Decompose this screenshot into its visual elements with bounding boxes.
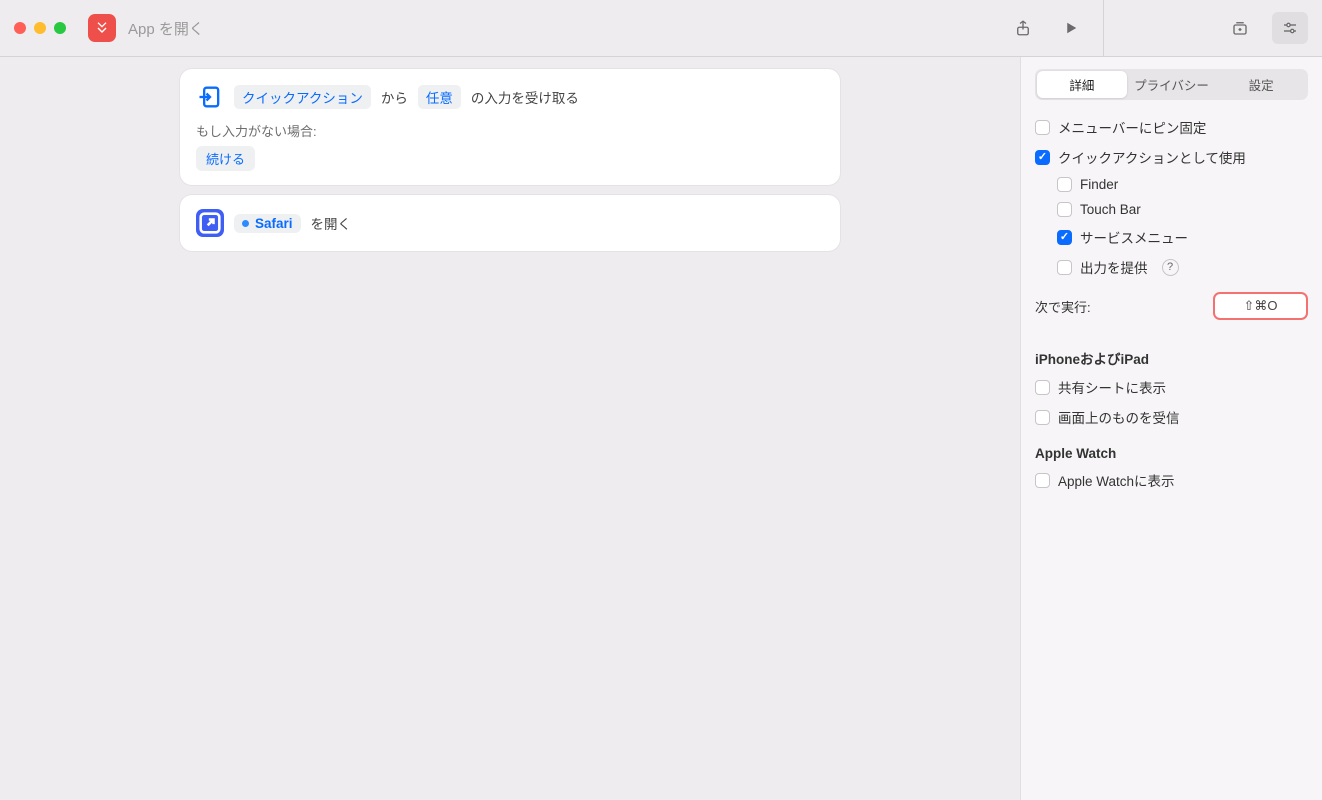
window-title: App を開く <box>128 18 204 39</box>
tab-details[interactable]: 詳細 <box>1037 71 1127 98</box>
checkbox-provides-output[interactable] <box>1057 260 1072 275</box>
label-touchbar: Touch Bar <box>1080 202 1141 217</box>
section-apple-watch: Apple Watch <box>1035 446 1308 461</box>
label-quick-action: クイックアクションとして使用 <box>1058 147 1246 167</box>
workflow-canvas[interactable]: クイックアクション から 任意 の入力を受け取る もし入力がない場合: 続ける <box>0 57 1020 800</box>
continue-option[interactable]: 続ける <box>196 146 255 171</box>
close-window-button[interactable] <box>14 22 26 34</box>
checkbox-pin-menubar[interactable] <box>1035 120 1050 135</box>
inspector-sidebar: 詳細 プライバシー 設定 メニューバーにピン固定 クイックアクションとして使用 … <box>1020 57 1322 800</box>
input-icon <box>196 83 224 111</box>
checkbox-quick-action[interactable] <box>1035 150 1050 165</box>
keyboard-shortcut-field[interactable]: ⇧⌘O <box>1213 292 1308 320</box>
play-icon <box>1062 19 1080 37</box>
help-icon[interactable]: ? <box>1162 259 1179 276</box>
run-with-label: 次で実行: <box>1035 297 1091 316</box>
app-status-dot <box>242 220 249 227</box>
label-pin-menubar: メニューバーにピン固定 <box>1058 117 1206 137</box>
label-apple-watch: Apple Watchに表示 <box>1058 470 1175 490</box>
checkbox-apple-watch[interactable] <box>1035 473 1050 488</box>
label-finder: Finder <box>1080 177 1118 192</box>
token-quick-action[interactable]: クイックアクション <box>234 85 371 109</box>
share-button[interactable] <box>1005 12 1041 44</box>
open-app-icon <box>196 209 224 237</box>
checkbox-finder[interactable] <box>1057 177 1072 192</box>
run-button[interactable] <box>1053 12 1089 44</box>
text-accept: の入力を受け取る <box>471 87 579 107</box>
titlebar: App を開く <box>0 0 1322 57</box>
inspector-tabs: 詳細 プライバシー 設定 <box>1035 69 1308 100</box>
tab-settings[interactable]: 設定 <box>1216 71 1306 98</box>
toolbar-divider <box>1103 0 1104 57</box>
library-icon <box>1231 19 1249 37</box>
label-receive-onscreen: 画面上のものを受信 <box>1058 407 1180 427</box>
sliders-icon <box>1281 19 1299 37</box>
minimize-window-button[interactable] <box>34 22 46 34</box>
text-from: から <box>381 87 408 107</box>
tab-privacy[interactable]: プライバシー <box>1127 71 1217 98</box>
label-share-sheet: 共有シートに表示 <box>1058 377 1166 397</box>
checkbox-receive-onscreen[interactable] <box>1035 410 1050 425</box>
action-card-receive-input[interactable]: クイックアクション から 任意 の入力を受け取る もし入力がない場合: 続ける <box>180 69 840 185</box>
window-controls <box>14 22 66 34</box>
fullscreen-window-button[interactable] <box>54 22 66 34</box>
app-name-label: Safari <box>255 216 293 231</box>
text-open: を開く <box>311 213 352 233</box>
section-iphone-ipad: iPhoneおよびiPad <box>1035 348 1308 368</box>
checkbox-touchbar[interactable] <box>1057 202 1072 217</box>
details-panel: メニューバーにピン固定 クイックアクションとして使用 Finder Touch … <box>1021 110 1322 800</box>
content-area: クイックアクション から 任意 の入力を受け取る もし入力がない場合: 続ける <box>0 57 1322 800</box>
library-panel-button[interactable] <box>1222 12 1258 44</box>
action-card-open-app[interactable]: Safari を開く <box>180 195 840 251</box>
shortcut-value: ⇧⌘O <box>1243 298 1277 314</box>
label-services-menu: サービスメニュー <box>1080 227 1188 247</box>
checkbox-share-sheet[interactable] <box>1035 380 1050 395</box>
share-icon <box>1014 19 1032 37</box>
label-provides-output: 出力を提供 <box>1080 257 1148 277</box>
app-parameter-safari[interactable]: Safari <box>234 214 301 233</box>
shortcuts-app-icon <box>88 14 116 42</box>
checkbox-services-menu[interactable] <box>1057 230 1072 245</box>
inspector-panel-button[interactable] <box>1272 12 1308 44</box>
token-any[interactable]: 任意 <box>418 85 461 109</box>
no-input-label: もし入力がない場合: <box>196 121 824 140</box>
